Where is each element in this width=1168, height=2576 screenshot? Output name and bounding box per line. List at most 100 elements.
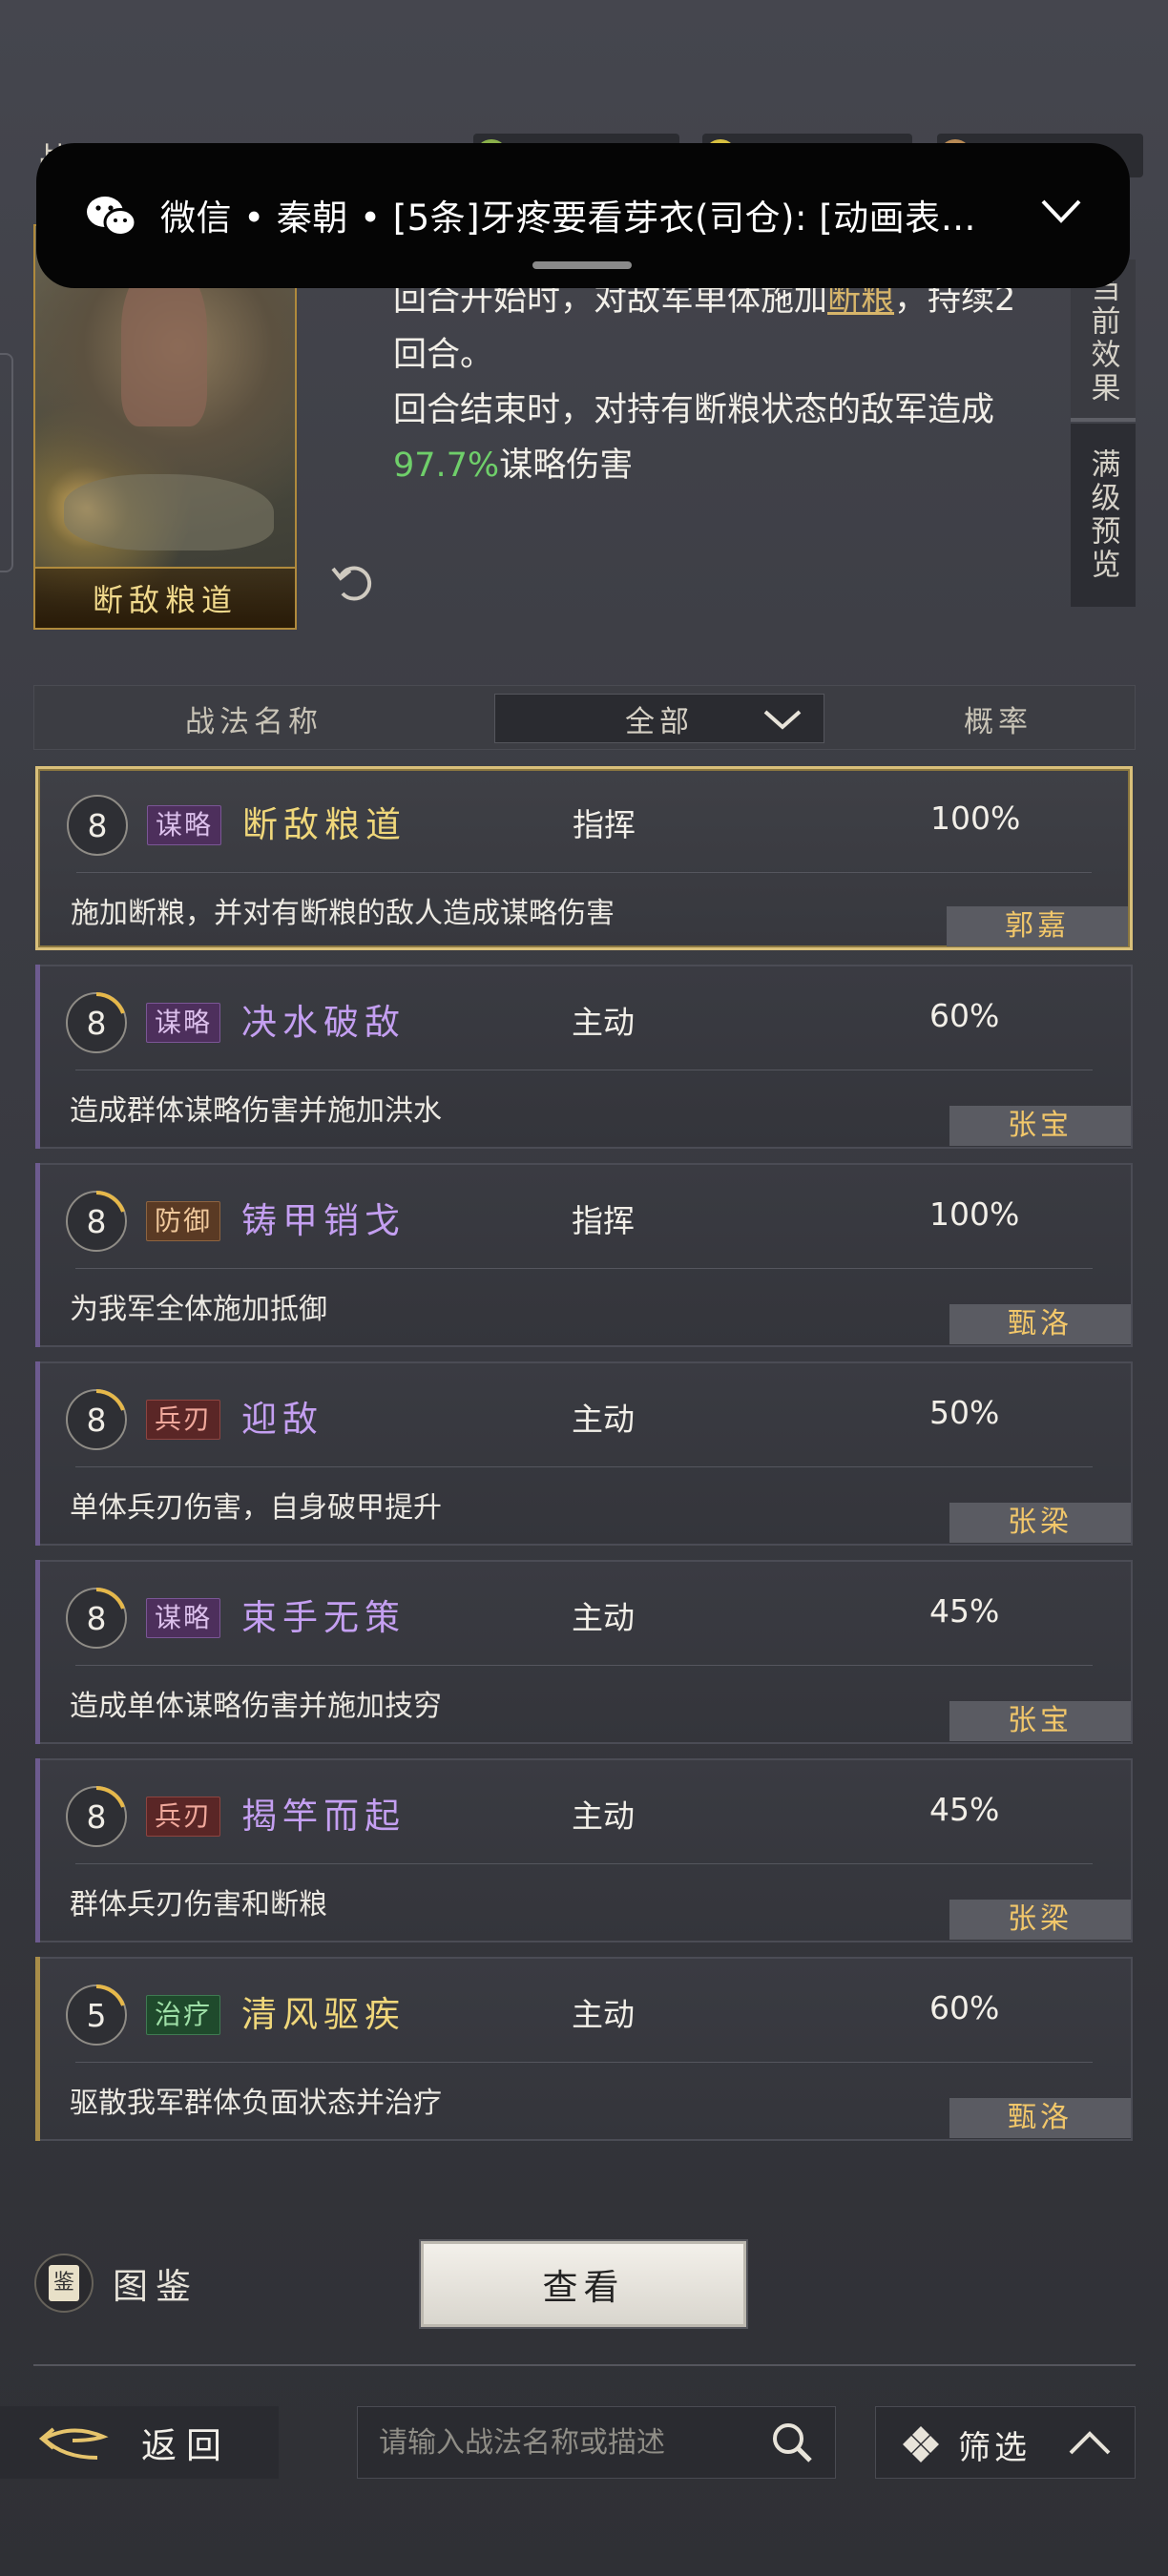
type-filter-value: 全部	[625, 704, 694, 739]
damage-percent: 97.7%	[393, 447, 500, 485]
skill-type: 主动	[572, 1996, 635, 2033]
level-progress-icon	[95, 1389, 125, 1411]
skill-row[interactable]: 8 谋略 决水破敌 主动 60% 造成群体谋略伤害并施加洪水 张宝	[35, 965, 1133, 1149]
wechat-icon	[87, 197, 137, 237]
level-progress-icon	[95, 1984, 125, 2006]
tab-max-level-preview[interactable]: 满级预览	[1071, 424, 1136, 607]
view-button[interactable]: 查看	[421, 2241, 746, 2327]
desc-line-3: 回合结束时，对持有断粮状态的敌军造成	[393, 391, 995, 429]
skill-description: 造成群体谋略伤害并施加洪水	[70, 1094, 442, 1128]
skill-name: 铸甲销戈	[241, 1200, 406, 1241]
back-arrow-icon	[38, 2427, 109, 2460]
level-progress-icon	[95, 1588, 125, 1610]
search-icon[interactable]	[770, 2420, 814, 2464]
skill-row[interactable]: 8 谋略 断敌粮道 指挥 100% 施加断粮，并对有断粮的敌人造成谋略伤害 郭嘉	[35, 766, 1133, 950]
skill-level-badge: 8	[66, 1786, 127, 1847]
wechat-notification-banner[interactable]: 微信 • 秦朝 • [5条]牙疼要看芽衣(司仓): [动画表…	[36, 143, 1130, 288]
row-divider	[75, 2062, 1093, 2063]
skill-row[interactable]: 8 兵刃 揭竿而起 主动 45% 群体兵刃伤害和断粮 张梁	[35, 1758, 1133, 1942]
skill-category-tag: 谋略	[146, 1003, 221, 1043]
skill-rate: 45%	[929, 1791, 1000, 1828]
codex-button[interactable]: 鉴 图鉴	[34, 2254, 198, 2313]
card-art-figure	[121, 264, 207, 426]
skill-category-tag: 治疗	[146, 1995, 221, 2035]
left-edge-tab[interactable]	[0, 353, 13, 572]
codex-label: 图鉴	[113, 2266, 198, 2307]
skill-description: 群体兵刃伤害和断粮	[70, 1888, 327, 1922]
notification-text: 微信 • 秦朝 • [5条]牙疼要看芽衣(司仓): [动画表…	[160, 197, 977, 239]
skill-rate: 60%	[929, 1989, 1000, 2026]
skill-category-tag: 谋略	[146, 1598, 221, 1638]
level-progress-icon	[95, 992, 125, 1014]
skill-type: 主动	[572, 1599, 635, 1636]
row-divider	[76, 872, 1092, 873]
skill-list: 8 谋略 断敌粮道 指挥 100% 施加断粮，并对有断粮的敌人造成谋略伤害 郭嘉 8 谋略 决水破…	[35, 766, 1133, 2155]
level-progress-icon	[95, 1191, 125, 1213]
chevron-down-icon	[763, 710, 802, 730]
skill-level-badge: 8	[66, 1389, 127, 1450]
skill-name: 断敌粮道	[242, 804, 407, 845]
row-divider	[75, 1665, 1093, 1666]
skill-type: 主动	[572, 1797, 635, 1835]
side-tabs: 当前效果 满级预览	[1071, 260, 1136, 607]
skill-general: 张梁	[949, 1503, 1131, 1543]
skill-level-badge: 8	[66, 1588, 127, 1649]
search-input[interactable]	[379, 2407, 761, 2478]
search-box[interactable]	[357, 2406, 836, 2479]
skill-category-tag: 谋略	[147, 805, 222, 845]
skill-row[interactable]: 8 防御 铸甲销戈 指挥 100% 为我军全体施加抵御 甄洛	[35, 1163, 1133, 1347]
skill-row[interactable]: 5 治疗 清风驱疾 主动 60% 驱散我军群体负面状态并治疗 甄洛	[35, 1957, 1133, 2141]
filter-diamond-icon	[903, 2426, 939, 2462]
filter-label: 筛选	[958, 2429, 1031, 2467]
notification-handle[interactable]	[532, 261, 632, 269]
skill-description: 施加断粮，并对有断粮的敌人造成谋略伤害	[71, 897, 615, 930]
skill-name: 揭竿而起	[241, 1796, 406, 1837]
codex-icon-glyph: 鉴	[49, 2265, 79, 2301]
divider	[33, 2364, 1136, 2366]
filter-button[interactable]: 筛选	[875, 2406, 1136, 2479]
skill-rate: 45%	[929, 1592, 1000, 1630]
codex-icon: 鉴	[34, 2254, 94, 2313]
skill-name: 迎敌	[241, 1399, 323, 1440]
refresh-icon[interactable]	[327, 555, 379, 607]
skill-general: 张梁	[949, 1900, 1131, 1940]
type-filter-select[interactable]: 全部	[494, 694, 824, 743]
skill-name: 决水破敌	[241, 1002, 406, 1043]
desc-line-4: 97.7%谋略伤害	[393, 438, 1042, 493]
skill-rate: 60%	[929, 997, 1000, 1034]
skill-type: 主动	[572, 1004, 635, 1041]
bottom-bar: 返回 筛选	[0, 2393, 1168, 2488]
column-rate: 概率	[964, 704, 1032, 739]
skill-category-tag: 防御	[146, 1201, 221, 1241]
skill-general: 甄洛	[949, 2098, 1131, 2138]
card-art-rock	[64, 474, 274, 551]
skill-rate: 50%	[929, 1394, 1000, 1431]
skill-description: 回合开始时，对敌军单体施加断粮，持续2 回合。 回合结束时，对持有断粮状态的敌军…	[393, 272, 1042, 493]
skill-row[interactable]: 8 谋略 束手无策 主动 45% 造成单体谋略伤害并施加技穷 张宝	[35, 1560, 1133, 1744]
skill-category-tag: 兵刃	[146, 1400, 221, 1440]
skill-description: 单体兵刃伤害，自身破甲提升	[70, 1491, 442, 1525]
chevron-up-icon	[1069, 2431, 1111, 2455]
skill-rate: 100%	[930, 800, 1021, 837]
row-divider	[75, 1268, 1093, 1269]
desc-line-2: 回合。	[393, 336, 494, 374]
column-skill-name: 战法名称	[185, 704, 323, 739]
chevron-down-icon[interactable]	[1040, 197, 1082, 225]
skill-general: 甄洛	[949, 1304, 1131, 1344]
skill-description: 造成单体谋略伤害并施加技穷	[70, 1690, 442, 1723]
skill-level-badge: 5	[66, 1984, 127, 2046]
skill-name: 束手无策	[241, 1597, 406, 1638]
skill-description: 驱散我军群体负面状态并治疗	[70, 2087, 442, 2120]
list-header: 战法名称 全部 概率	[33, 685, 1136, 750]
desc-text: 谋略伤害	[499, 447, 634, 485]
skill-level-badge: 8	[67, 795, 128, 856]
back-button[interactable]: 返回	[0, 2406, 279, 2479]
skill-level-badge: 8	[66, 1191, 127, 1252]
skill-type: 指挥	[573, 806, 636, 843]
skill-row[interactable]: 8 兵刃 迎敌 主动 50% 单体兵刃伤害，自身破甲提升 张梁	[35, 1361, 1133, 1546]
back-label: 返回	[141, 2425, 231, 2466]
skill-rate: 100%	[929, 1195, 1020, 1233]
skill-general: 张宝	[949, 1106, 1131, 1146]
skill-general: 郭嘉	[947, 906, 1128, 946]
skill-type: 指挥	[572, 1202, 635, 1239]
